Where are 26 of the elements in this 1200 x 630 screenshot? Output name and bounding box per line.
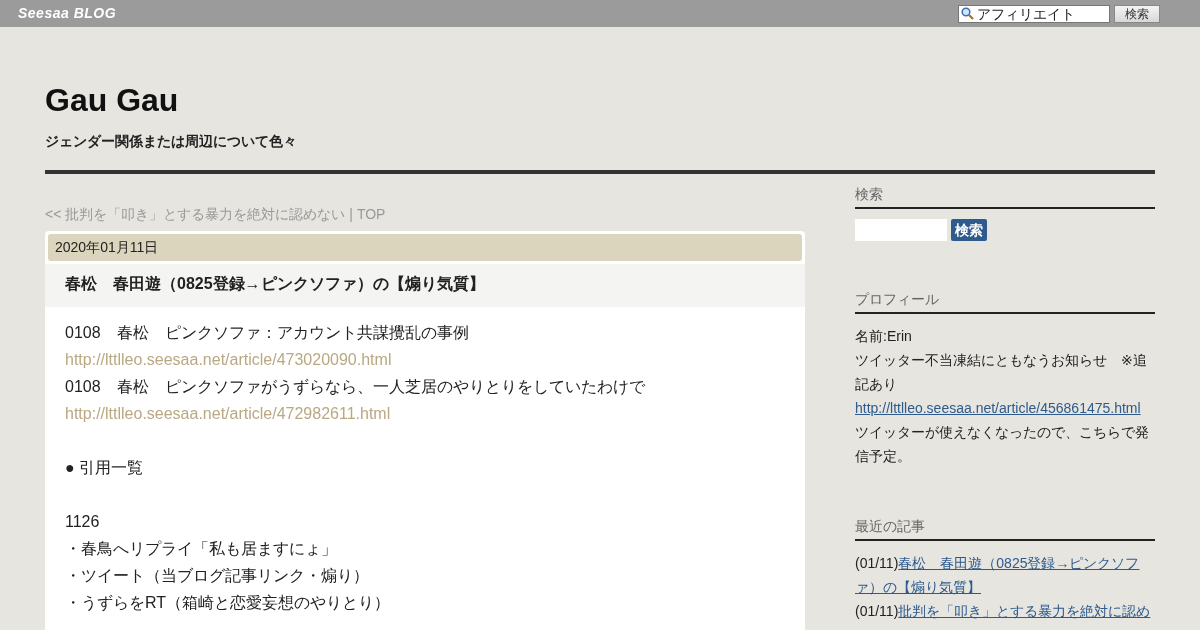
article-date: 2020年01月11日 (48, 234, 802, 262)
body-text: ・ツイート（当ブログ記事リンク・煽り） (65, 566, 370, 587)
profile-text: ツイッター不当凍結にともなうお知らせ ※追記あり (855, 351, 1148, 395)
search-icon (961, 7, 974, 20)
search-field[interactable] (855, 219, 947, 242)
body-text: 0108 春松 ピンクソファがうずらなら、一人芝居のやりとりをしていたわけで (65, 377, 646, 398)
section-heading: 検索 (855, 184, 1155, 210)
profile-text: ツイッターが使えなくなったので、こちらで発信予定。 (855, 423, 1150, 467)
blog-subtitle: ジェンダー関係または周辺について色々 (45, 132, 298, 152)
section-heading: 最近の記事 (855, 516, 1155, 542)
body-text: 0108 春松 ピンクソファ：アカウント共謀攪乱の事例 (65, 323, 470, 344)
section-heading: プロフィール (855, 289, 1155, 315)
recent-article-entry[interactable]: (01/11)春松 春田遊（0825登録→ピンクソファ）の【煽り気質】 (855, 551, 1155, 600)
profile-name: 名前:Erin (855, 327, 913, 347)
recent-article-entry[interactable]: (01/11)批判を「叩き」とする暴力を絶対に認め (855, 599, 1155, 624)
separator: | (349, 205, 353, 225)
profile-link[interactable]: http://lttlleo.seesaa.net/article/456861475.html (855, 400, 1141, 417)
body-text: ・うずらをRT（箱崎と恋愛妄想のやりとり） (65, 593, 392, 614)
blog-title[interactable]: Gau Gau (45, 81, 1155, 120)
article-title: 春松 春田遊（0825登録→ピンクソファ）の【煽り気質】 (45, 264, 805, 308)
body-text: ● 引用一覧 (65, 458, 145, 479)
body-text: 1126 (65, 512, 101, 533)
search-button[interactable]: 検索 (951, 219, 987, 242)
body-text: ・春鳥へリプライ「私も居ますにょ」 (65, 539, 338, 560)
search-field[interactable]: アフィリエイト (958, 4, 1110, 23)
search-button[interactable]: 検索 (1114, 4, 1160, 23)
